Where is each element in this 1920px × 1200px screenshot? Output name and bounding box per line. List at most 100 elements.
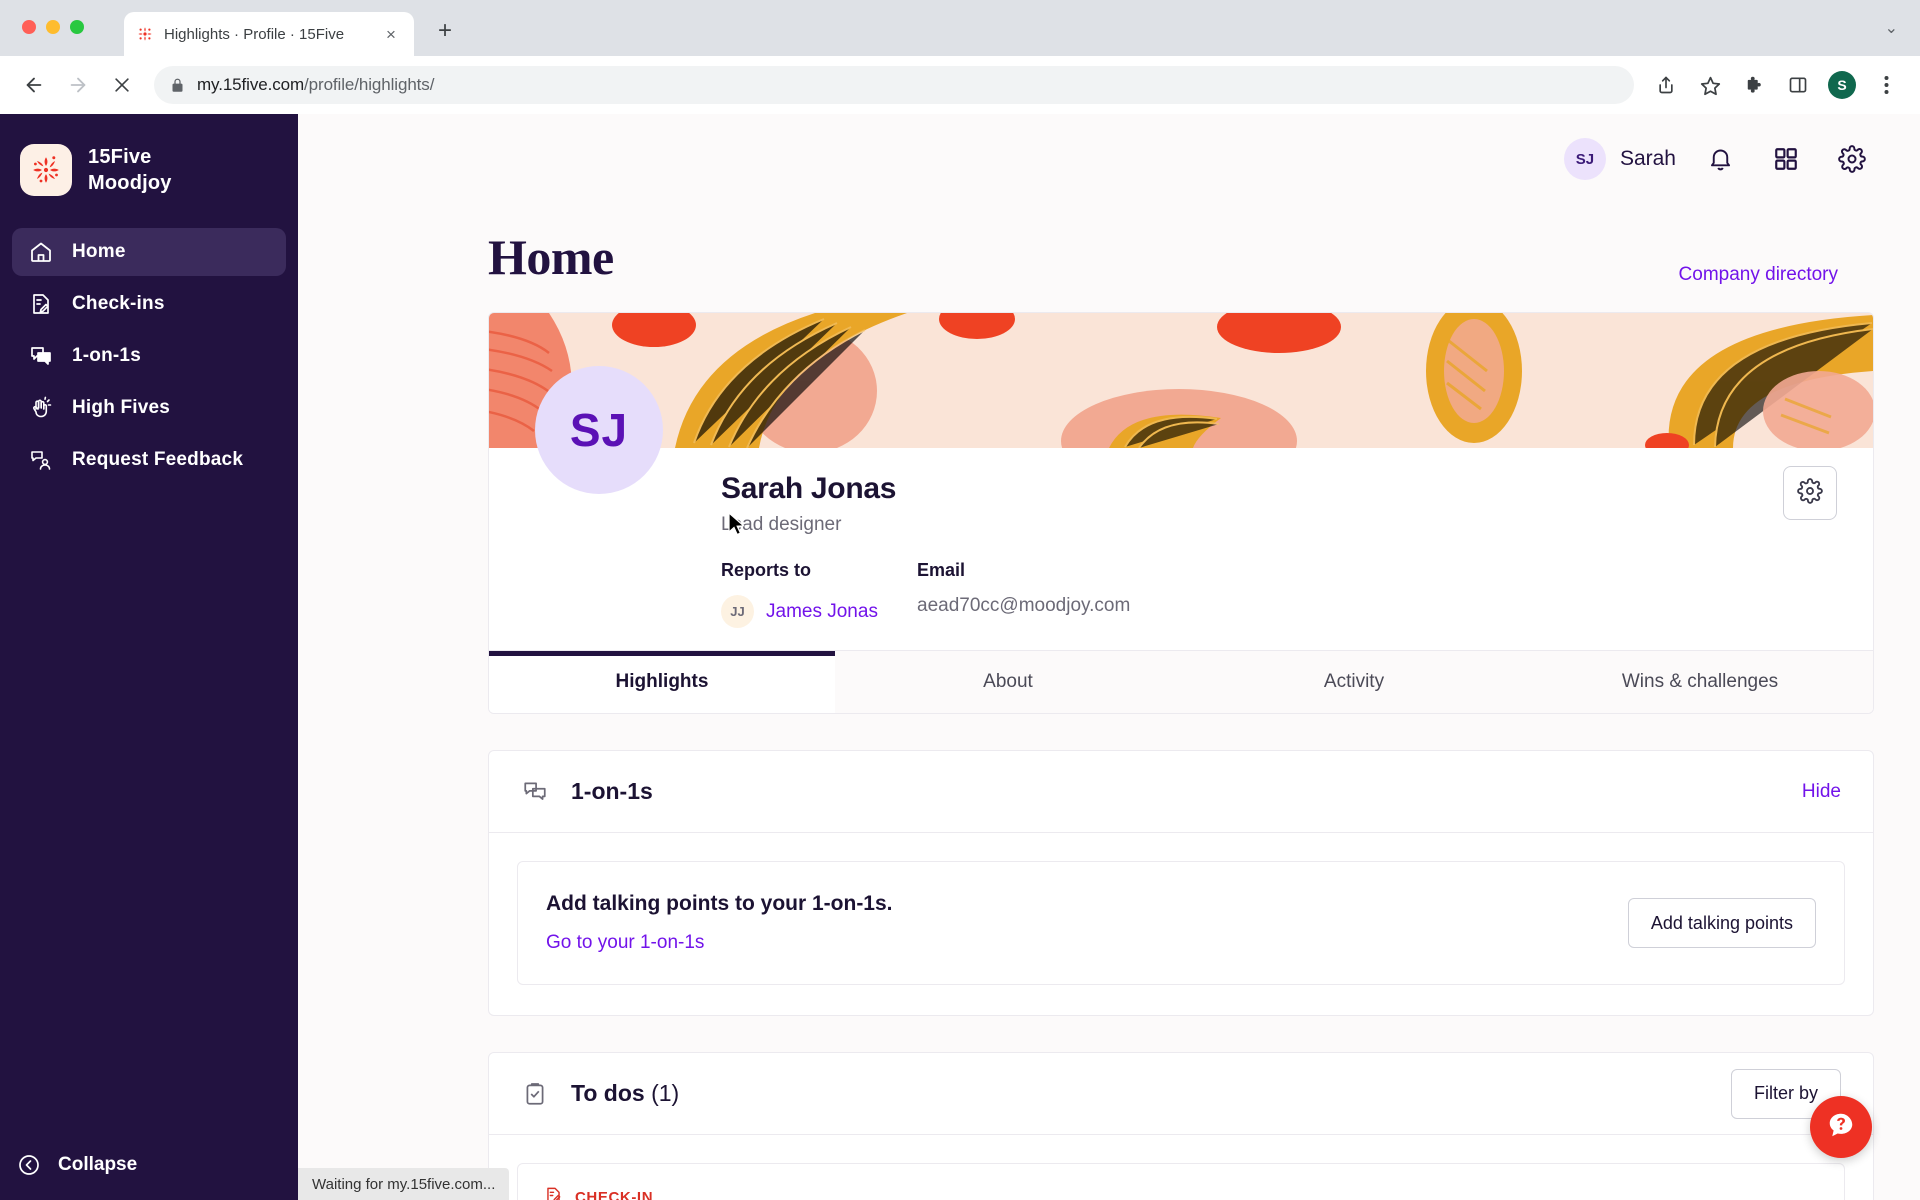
- tab-activity[interactable]: Activity: [1181, 651, 1527, 713]
- lock-icon: [170, 78, 185, 93]
- avatar: SJ: [1563, 138, 1606, 180]
- browser-profile-avatar[interactable]: S: [1822, 65, 1862, 105]
- tab-label: Wins & challenges: [1621, 671, 1779, 692]
- app-sidebar: 15Five Moodjoy Home Check-ins 1-on-1s Hi…: [0, 114, 298, 1200]
- go-to-one-on-ones-link[interactable]: Go to your 1-on-1s: [546, 932, 1628, 954]
- sidebar-item-high-fives[interactable]: High Fives: [12, 384, 286, 432]
- chat-bubbles-icon: [28, 343, 54, 369]
- talking-points-prompt-card: Add talking points to your 1-on-1s. Go t…: [517, 861, 1845, 985]
- browser-tab-strip: Highlights · Profile · 15Five × + ⌄: [0, 0, 1920, 56]
- company-directory-link[interactable]: Company directory: [1679, 264, 1838, 286]
- side-panel-icon[interactable]: [1778, 65, 1818, 105]
- page-header: Home Company directory: [488, 204, 1874, 312]
- workspace-brand[interactable]: 15Five Moodjoy: [0, 114, 298, 222]
- sidebar-item-label: Request Feedback: [72, 449, 244, 470]
- forward-arrow-icon[interactable]: [58, 65, 98, 105]
- header-user-name: Sarah: [1619, 147, 1676, 170]
- chevron-left-circle-icon: [16, 1152, 42, 1178]
- url-path: /profile/highlights/: [304, 75, 435, 94]
- browser-toolbar: my.15five.com/profile/highlights/ S: [0, 56, 1920, 114]
- sidebar-collapse-button[interactable]: Collapse: [16, 1152, 137, 1178]
- avatar: JJ: [721, 595, 754, 628]
- email-row: aead70cc@moodjoy.com: [917, 595, 1130, 617]
- new-tab-button[interactable]: +: [430, 16, 460, 46]
- add-talking-points-button[interactable]: Add talking points: [1627, 898, 1816, 948]
- header-user-menu[interactable]: SJ Sarah: [1563, 138, 1676, 180]
- stop-loading-icon[interactable]: [102, 65, 142, 105]
- profile-body: SJ Sarah Jonas Lead designer Reports to …: [489, 366, 1873, 713]
- manager-name-link[interactable]: James Jonas: [766, 601, 878, 623]
- todos-count: (1): [651, 1080, 680, 1106]
- one-on-ones-header: 1-on-1s Hide: [489, 751, 1873, 833]
- gear-icon[interactable]: [1830, 137, 1874, 181]
- sidebar-item-label: Check-ins: [72, 293, 165, 314]
- one-on-ones-body: Add talking points to your 1-on-1s. Go t…: [489, 833, 1873, 1015]
- profile-settings-button[interactable]: [1783, 466, 1837, 520]
- puzzle-piece-icon[interactable]: [1734, 65, 1774, 105]
- page-title: Home: [488, 229, 614, 285]
- close-tab-button[interactable]: ×: [380, 23, 402, 45]
- tab-label: Activity: [1323, 671, 1385, 692]
- home-icon: [28, 239, 54, 265]
- page-content: Home Company directory SJ Sarah Jonas Le…: [298, 204, 1920, 1200]
- tab-highlights[interactable]: Highlights: [489, 651, 835, 713]
- 15five-logo-icon: [136, 25, 154, 43]
- status-badge-label: CHECK-IN: [575, 1189, 654, 1200]
- sidebar-nav: Home Check-ins 1-on-1s High Fives Reques…: [0, 222, 298, 484]
- browser-tab[interactable]: Highlights · Profile · 15Five ×: [124, 12, 414, 56]
- close-window-button[interactable]: [22, 20, 36, 34]
- app-viewport: 15Five Moodjoy Home Check-ins 1-on-1s Hi…: [0, 114, 1920, 1200]
- checkin-document-icon: [544, 1186, 563, 1200]
- todos-title: To dos (1): [571, 1080, 679, 1107]
- url-host: my.15five.com: [197, 75, 305, 94]
- back-arrow-icon[interactable]: [14, 65, 54, 105]
- email-column: Email aead70cc@moodjoy.com: [917, 560, 1130, 628]
- sidebar-item-label: Home: [72, 241, 126, 262]
- todos-header: To dos (1) Filter by: [489, 1053, 1873, 1135]
- talking-points-prompt: Add talking points to your 1-on-1s.: [546, 892, 893, 915]
- browser-tab-title: Highlights · Profile · 15Five: [164, 25, 345, 43]
- list-item[interactable]: CHECK-IN: [517, 1163, 1845, 1200]
- hide-button[interactable]: Hide: [1802, 781, 1841, 803]
- share-icon[interactable]: [1646, 65, 1686, 105]
- profile-banner-image: [489, 313, 1873, 448]
- one-on-ones-section: 1-on-1s Hide Add talking points to your …: [488, 750, 1874, 1016]
- status-text: Waiting for my.15five.com...: [312, 1175, 496, 1193]
- address-bar-url: my.15five.com/profile/highlights/: [197, 75, 434, 95]
- tab-label: About: [983, 671, 1033, 692]
- tab-about[interactable]: About: [835, 651, 1181, 713]
- three-dot-menu-icon[interactable]: [1866, 65, 1906, 105]
- main-content: SJ Sarah Home Company directory SJ Sarah…: [298, 114, 1920, 1200]
- tab-search-chevron-down-icon[interactable]: ⌄: [1885, 18, 1898, 38]
- clipboard-check-icon: [521, 1080, 549, 1108]
- sidebar-item-home[interactable]: Home: [12, 228, 286, 276]
- grid-apps-icon[interactable]: [1764, 137, 1808, 181]
- sidebar-item-1-on-1s[interactable]: 1-on-1s: [12, 332, 286, 380]
- todos-section: To dos (1) Filter by CHECK-IN: [488, 1052, 1874, 1200]
- manager-row[interactable]: JJ James Jonas: [721, 595, 917, 628]
- sidebar-item-check-ins[interactable]: Check-ins: [12, 280, 286, 328]
- window-traffic-lights: [22, 20, 84, 34]
- help-button[interactable]: [1810, 1096, 1872, 1158]
- brand-line-1: 15Five: [88, 146, 152, 168]
- profile-meta: Reports to JJ James Jonas Email aead70cc…: [721, 560, 1873, 628]
- maximize-window-button[interactable]: [70, 20, 84, 34]
- star-icon[interactable]: [1690, 65, 1730, 105]
- high-five-hand-icon: [28, 395, 54, 421]
- todos-body: CHECK-IN: [489, 1135, 1873, 1200]
- bell-icon[interactable]: [1698, 137, 1742, 181]
- one-on-ones-title: 1-on-1s: [571, 778, 653, 804]
- brand-line-2: Moodjoy: [88, 172, 172, 194]
- collapse-label: Collapse: [58, 1154, 138, 1175]
- address-bar[interactable]: my.15five.com/profile/highlights/: [154, 66, 1634, 104]
- email-value: aead70cc@moodjoy.com: [917, 595, 1131, 616]
- app-header: SJ Sarah: [298, 114, 1920, 204]
- sidebar-item-request-feedback[interactable]: Request Feedback: [12, 436, 286, 484]
- reports-to-column: Reports to JJ James Jonas: [721, 560, 917, 628]
- minimize-window-button[interactable]: [46, 20, 60, 34]
- talking-points-text: Add talking points to your 1-on-1s. Go t…: [546, 892, 1628, 954]
- profile-name: Sarah Jonas: [721, 472, 897, 505]
- help-question-icon: [1826, 1110, 1856, 1145]
- tab-wins-challenges[interactable]: Wins & challenges: [1527, 651, 1873, 713]
- gear-icon: [1797, 477, 1823, 509]
